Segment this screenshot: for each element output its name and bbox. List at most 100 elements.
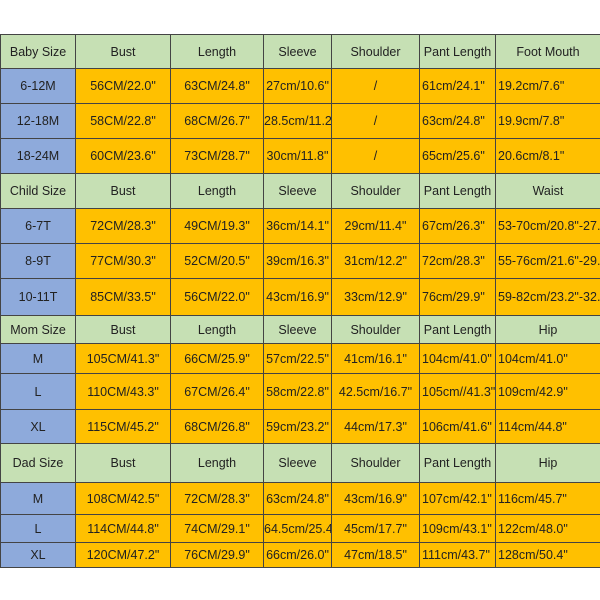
- table-row: L 110CM/43.3" 67CM/26.4" 58cm/22.8" 42.5cm/1…: [0, 373, 600, 410]
- measurement-cell: 85CM/33.5": [75, 278, 171, 316]
- size-label: 12-18M: [0, 103, 76, 139]
- measurement-cell: 29cm/11.4": [331, 208, 420, 244]
- column-header: Sleeve: [263, 315, 332, 344]
- measurement-cell: 110CM/43.3": [75, 373, 171, 410]
- section-header-row: Baby Size Bust Length Sleeve Shoulder Pant Le…: [0, 34, 600, 69]
- measurement-cell: 114cm/44.8": [495, 409, 600, 444]
- measurement-cell: 128cm/50.4": [495, 542, 600, 568]
- measurement-cell: 47cm/18.5": [331, 542, 420, 568]
- column-header: Sleeve: [263, 34, 332, 69]
- size-label: M: [0, 482, 76, 515]
- measurement-cell: 107cm/42.1": [419, 482, 496, 515]
- measurement-cell: 104cm/41.0": [495, 343, 600, 374]
- table-row: 6-12M 56CM/22.0" 63CM/24.8" 27cm/10.6"/61cm…: [0, 68, 600, 104]
- measurement-cell: 43cm/16.9": [263, 278, 332, 316]
- measurement-cell: 72CM/28.3": [170, 482, 264, 515]
- measurement-cell: 57cm/22.5": [263, 343, 332, 374]
- measurement-cell: 105CM/41.3": [75, 343, 171, 374]
- measurement-cell: 109cm/42.9": [495, 373, 600, 410]
- measurement-cell: 74CM/29.1": [170, 514, 264, 543]
- column-header: Length: [170, 443, 264, 483]
- measurement-cell: 28.5cm/11.2": [263, 103, 332, 139]
- column-header: Bust: [75, 443, 171, 483]
- column-header: Hip: [495, 315, 600, 344]
- table-row: 18-24M 60CM/23.6" 73CM/28.7" 30cm/11.8"/65c…: [0, 138, 600, 174]
- measurement-cell: 30cm/11.8": [263, 138, 332, 174]
- measurement-cell: 66cm/26.0": [263, 542, 332, 568]
- measurement-cell: 63cm/24.8": [263, 482, 332, 515]
- measurement-cell: 59cm/23.2": [263, 409, 332, 444]
- column-header: Bust: [75, 34, 171, 69]
- measurement-cell: 116cm/45.7": [495, 482, 600, 515]
- measurement-cell: 27cm/10.6": [263, 68, 332, 104]
- column-header: Pant Length: [419, 34, 496, 69]
- measurement-cell: 67cm/26.3": [419, 208, 496, 244]
- measurement-cell: 67CM/26.4": [170, 373, 264, 410]
- measurement-cell: 72cm/28.3": [419, 243, 496, 279]
- measurement-cell: 41cm/16.1": [331, 343, 420, 374]
- measurement-cell: 76cm/29.9": [419, 278, 496, 316]
- size-chart-table: Baby Size Bust Length Sleeve Shoulder Pant Le…: [0, 34, 600, 568]
- measurement-cell: 73CM/28.7": [170, 138, 264, 174]
- measurement-cell: 53-70cm/20.8"-27.6": [495, 208, 600, 244]
- size-label: L: [0, 373, 76, 410]
- column-header: Bust: [75, 173, 171, 209]
- section-header-row: Mom Size Bust Length Sleeve Shoulder Pant Len…: [0, 315, 600, 344]
- measurement-cell: 52CM/20.5": [170, 243, 264, 279]
- measurement-cell: 68CM/26.8": [170, 409, 264, 444]
- measurement-cell: 77CM/30.3": [75, 243, 171, 279]
- measurement-cell: 44cm/17.3": [331, 409, 420, 444]
- size-label: 8-9T: [0, 243, 76, 279]
- column-header: Sleeve: [263, 443, 332, 483]
- column-header: Length: [170, 315, 264, 344]
- size-label: 10-11T: [0, 278, 76, 316]
- measurement-cell: 109cm/43.1": [419, 514, 496, 543]
- table-row: 12-18M 58CM/22.8" 68CM/26.7" 28.5cm/11.2"/6…: [0, 103, 600, 139]
- measurement-cell: 104cm/41.0": [419, 343, 496, 374]
- table-row: 8-9T 77CM/30.3" 52CM/20.5" 39cm/16.3" 31cm/1…: [0, 243, 600, 279]
- column-header: Foot Mouth: [495, 34, 600, 69]
- table-row: M 108CM/42.5" 72CM/28.3" 63cm/24.8" 43cm/16.…: [0, 482, 600, 515]
- table-row: 6-7T 72CM/28.3" 49CM/19.3" 36cm/14.1" 29cm/1…: [0, 208, 600, 244]
- section-header-row: Child Size Bust Length Sleeve Shoulder Pant L…: [0, 173, 600, 209]
- measurement-cell: 115CM/45.2": [75, 409, 171, 444]
- measurement-cell: /: [331, 138, 420, 174]
- column-header: Waist: [495, 173, 600, 209]
- measurement-cell: 19.2cm/7.6": [495, 68, 600, 104]
- section-header-row: Dad Size Bust Length Sleeve Shoulder Pant Len…: [0, 443, 600, 483]
- measurement-cell: 76CM/29.9": [170, 542, 264, 568]
- section-title: Baby Size: [0, 34, 76, 69]
- measurement-cell: 66CM/25.9": [170, 343, 264, 374]
- section-title: Mom Size: [0, 315, 76, 344]
- measurement-cell: /: [331, 103, 420, 139]
- size-label: XL: [0, 409, 76, 444]
- measurement-cell: 39cm/16.3": [263, 243, 332, 279]
- measurement-cell: 63CM/24.8": [170, 68, 264, 104]
- measurement-cell: 122cm/48.0": [495, 514, 600, 543]
- measurement-cell: 120CM/47.2": [75, 542, 171, 568]
- table-row: XL 115CM/45.2" 68CM/26.8" 59cm/23.2" 44cm/17…: [0, 409, 600, 444]
- table-row: M 105CM/41.3" 66CM/25.9" 57cm/22.5" 41cm/16.…: [0, 343, 600, 374]
- column-header: Shoulder: [331, 315, 420, 344]
- column-header: Shoulder: [331, 173, 420, 209]
- measurement-cell: 20.6cm/8.1": [495, 138, 600, 174]
- measurement-cell: 114CM/44.8": [75, 514, 171, 543]
- size-label: 6-7T: [0, 208, 76, 244]
- measurement-cell: 19.9cm/7.8": [495, 103, 600, 139]
- measurement-cell: /: [331, 68, 420, 104]
- measurement-cell: 45cm/17.7": [331, 514, 420, 543]
- measurement-cell: 58cm/22.8": [263, 373, 332, 410]
- table-row: XL 120CM/47.2" 76CM/29.9" 66cm/26.0" 47cm/18…: [0, 542, 600, 568]
- measurement-cell: 111cm/43.7": [419, 542, 496, 568]
- measurement-cell: 56CM/22.0": [75, 68, 171, 104]
- measurement-cell: 60CM/23.6": [75, 138, 171, 174]
- column-header: Pant Length: [419, 315, 496, 344]
- measurement-cell: 108CM/42.5": [75, 482, 171, 515]
- size-label: L: [0, 514, 76, 543]
- measurement-cell: 63cm/24.8": [419, 103, 496, 139]
- size-label: XL: [0, 542, 76, 568]
- measurement-cell: 36cm/14.1": [263, 208, 332, 244]
- column-header: Bust: [75, 315, 171, 344]
- measurement-cell: 43cm/16.9": [331, 482, 420, 515]
- column-header: Hip: [495, 443, 600, 483]
